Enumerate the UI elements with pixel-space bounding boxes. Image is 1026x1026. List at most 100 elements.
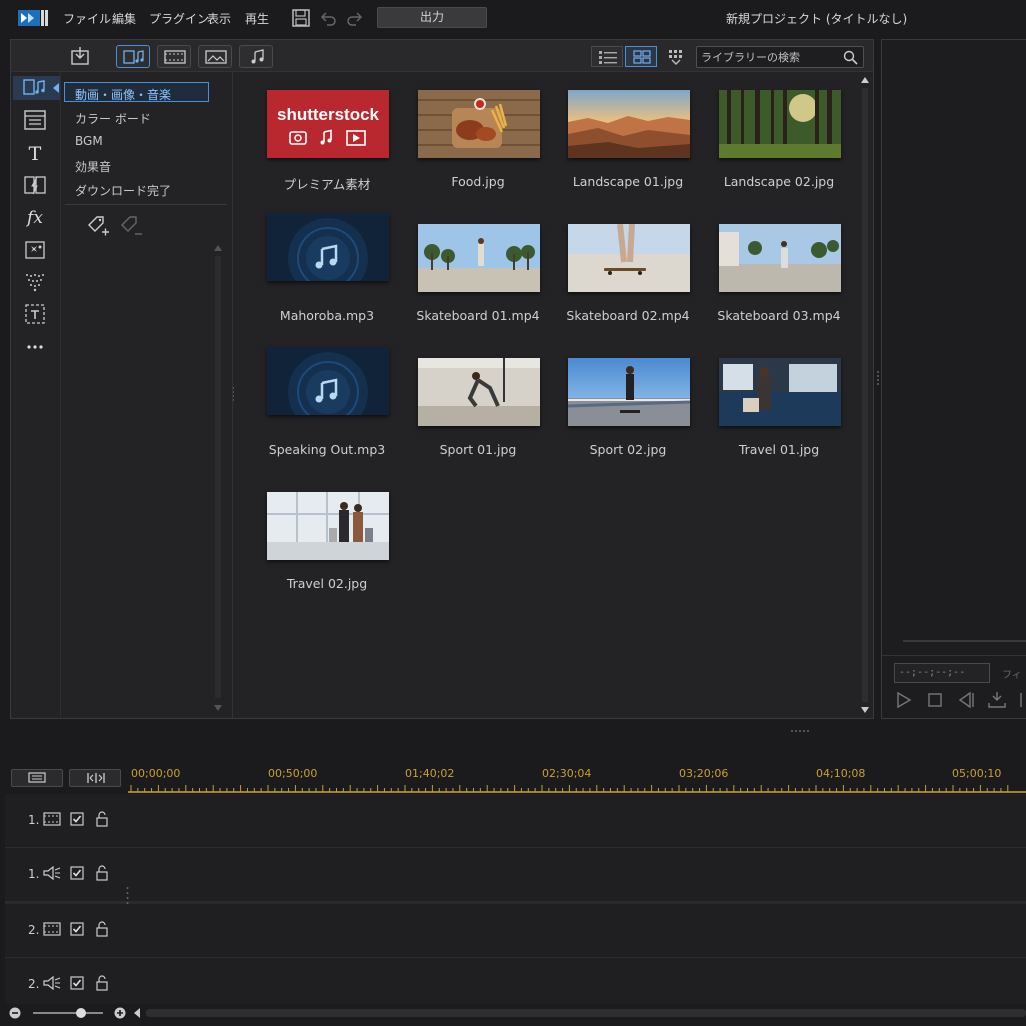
track-enable-checkbox[interactable] — [70, 976, 84, 990]
next-icon[interactable] — [1018, 691, 1026, 709]
import-media-icon[interactable] — [70, 46, 92, 66]
remove-tag-icon[interactable] — [119, 214, 143, 238]
category-bgm[interactable]: BGM — [75, 134, 103, 148]
media-thumb-skateboard-03[interactable] — [719, 224, 841, 292]
track-lane-video-1[interactable] — [128, 794, 1026, 848]
zoom-in-icon[interactable] — [114, 1007, 126, 1019]
zoom-out-icon[interactable] — [9, 1007, 21, 1019]
unlock-icon[interactable] — [95, 921, 109, 937]
media-label: Speaking Out.mp3 — [268, 442, 386, 457]
unlock-icon[interactable] — [95, 865, 109, 881]
transition-room-icon[interactable] — [23, 174, 47, 196]
prev-frame-icon[interactable] — [957, 691, 975, 709]
title-room-icon[interactable]: T — [23, 142, 47, 164]
ruler-label: 00;50;00 — [268, 767, 318, 780]
menu-edit[interactable]: 編集 — [112, 10, 136, 27]
menu-view[interactable]: 表示 — [207, 10, 231, 27]
search-input[interactable] — [701, 50, 841, 65]
sport-photo — [568, 358, 690, 426]
audio-track-icon — [43, 976, 61, 990]
track-resize-handle[interactable] — [126, 885, 129, 907]
scroll-down-icon[interactable] — [861, 706, 869, 714]
media-thumb-skateboard-01[interactable] — [418, 224, 540, 292]
track-number: 1. — [28, 867, 40, 881]
undo-icon[interactable] — [318, 8, 338, 28]
menu-playback[interactable]: 再生 — [245, 10, 269, 27]
horizontal-resize-handle[interactable] — [790, 722, 810, 732]
media-label: Travel 01.jpg — [738, 442, 820, 457]
sport-photo — [418, 358, 540, 426]
media-thumb-travel-02[interactable] — [267, 492, 389, 560]
media-grid-scrollbar[interactable] — [859, 74, 871, 718]
save-icon[interactable] — [291, 8, 311, 28]
media-thumb-sport-01[interactable] — [418, 358, 540, 426]
audio-file-thumb — [267, 347, 389, 415]
media-thumb-sport-02[interactable] — [568, 358, 690, 426]
sort-icon[interactable] — [668, 49, 684, 65]
media-thumb-mahoroba[interactable] — [267, 213, 389, 281]
filter-audio-button[interactable] — [239, 45, 273, 68]
library-search — [696, 46, 864, 68]
media-thumb-landscape-01[interactable] — [568, 90, 690, 158]
zoom-slider-track[interactable] — [33, 1012, 103, 1014]
active-arrow-icon — [53, 83, 59, 93]
media-thumb-speaking-out[interactable] — [267, 347, 389, 415]
menu-file[interactable]: ファイル — [63, 10, 111, 27]
filter-all-media-button[interactable] — [116, 45, 150, 68]
list-view-button[interactable] — [591, 46, 623, 67]
template-room-icon[interactable] — [23, 109, 47, 131]
snapshot-icon[interactable] — [988, 691, 1006, 709]
unlock-icon[interactable] — [95, 811, 109, 827]
menu-plugins[interactable]: プラグイン — [149, 10, 209, 27]
media-thumb-premium[interactable]: shutterstock — [267, 90, 389, 158]
category-downloaded[interactable]: ダウンロード完了 — [75, 182, 171, 199]
pip-room-icon[interactable] — [23, 239, 47, 261]
category-scrollbar[interactable] — [213, 244, 223, 714]
media-label: Landscape 01.jpg — [572, 174, 684, 189]
media-thumb-landscape-02[interactable] — [719, 90, 841, 158]
particle-room-icon[interactable] — [23, 271, 47, 293]
track-enable-checkbox[interactable] — [70, 812, 84, 826]
media-label: Travel 02.jpg — [286, 576, 368, 591]
timeline-h-scrollbar[interactable] — [146, 1009, 1026, 1017]
media-thumb-travel-01[interactable] — [719, 358, 841, 426]
preview-seek-bar[interactable] — [903, 640, 1026, 642]
redo-icon[interactable] — [345, 8, 365, 28]
preview-resize-handle[interactable] — [876, 370, 880, 388]
food-photo — [418, 90, 540, 158]
scroll-left-icon[interactable] — [133, 1008, 141, 1018]
filter-video-button[interactable] — [157, 45, 191, 68]
scroll-up-icon[interactable] — [214, 244, 222, 252]
more-icon[interactable] — [23, 336, 47, 358]
track-lane-video-2[interactable] — [128, 904, 1026, 958]
category-media[interactable]: 動画・画像・音楽 — [75, 86, 171, 103]
media-label: Landscape 02.jpg — [723, 174, 835, 189]
stop-icon[interactable] — [926, 691, 944, 709]
output-button[interactable]: 出力 — [377, 7, 487, 28]
grid-view-button[interactable] — [625, 46, 657, 67]
subtitle-room-icon[interactable] — [23, 303, 47, 325]
track-enable-checkbox[interactable] — [70, 866, 84, 880]
category-sound-effects[interactable]: 効果音 — [75, 158, 111, 175]
track-enable-checkbox[interactable] — [70, 922, 84, 936]
media-thumb-food[interactable] — [418, 90, 540, 158]
scroll-down-icon[interactable] — [214, 704, 222, 712]
music-note-icon — [251, 49, 264, 64]
fit-timeline-button[interactable] — [69, 769, 121, 787]
zoom-slider-thumb[interactable] — [76, 1008, 86, 1018]
scroll-up-icon[interactable] — [861, 76, 869, 84]
unlock-icon[interactable] — [95, 975, 109, 991]
skateboard-photo — [418, 224, 540, 292]
effects-room-icon[interactable]: fx — [23, 206, 47, 228]
track-manager-button[interactable] — [11, 769, 63, 787]
search-icon[interactable] — [843, 50, 858, 65]
add-tag-icon[interactable] — [86, 214, 110, 238]
category-color-board[interactable]: カラー ボード — [75, 110, 151, 127]
filter-image-button[interactable] — [198, 45, 232, 68]
track-lane-audio-1[interactable] — [128, 848, 1026, 902]
media-room-icon[interactable] — [23, 77, 47, 99]
play-icon[interactable] — [895, 691, 913, 709]
grid-view-icon — [633, 50, 651, 64]
media-thumb-skateboard-02[interactable] — [568, 224, 690, 292]
video-track-icon — [43, 922, 61, 936]
